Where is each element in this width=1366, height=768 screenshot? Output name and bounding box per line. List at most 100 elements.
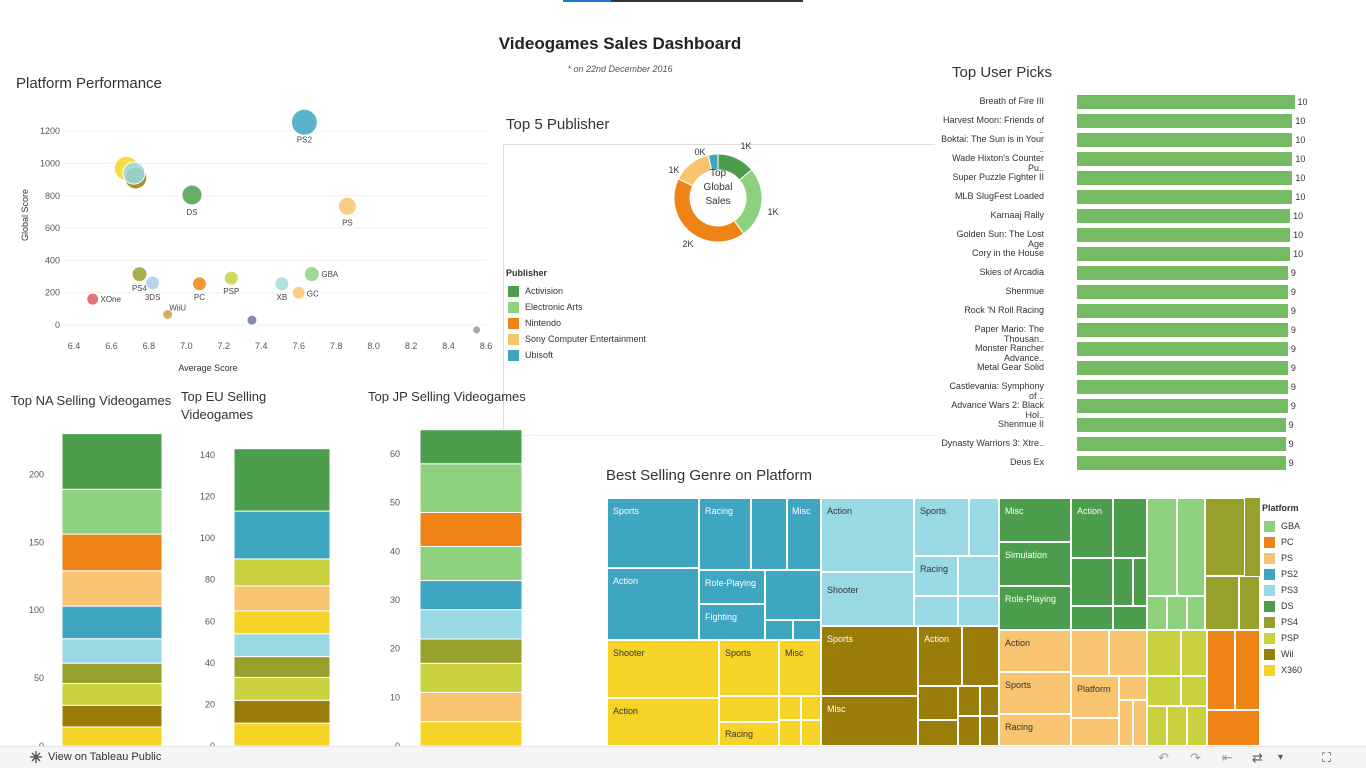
treemap-x360-racing[interactable]: Racing bbox=[719, 722, 779, 746]
treemap-wii-cell[interactable] bbox=[918, 720, 958, 746]
treemap-ps2-sports[interactable]: Sports bbox=[607, 498, 699, 568]
treemap-ps2-cell[interactable] bbox=[793, 620, 821, 640]
treemap-ps3[interactable]: Action Shooter Sports Racing bbox=[821, 498, 999, 626]
fullscreen-icon[interactable]: ⛶ bbox=[1322, 750, 1331, 766]
treemap-ps[interactable]: Action Sports Racing Platform bbox=[999, 630, 1147, 746]
legend-item[interactable]: PS2 bbox=[1264, 566, 1302, 582]
treemap-x360-cell[interactable] bbox=[779, 696, 801, 720]
treemap-x360-cell[interactable] bbox=[801, 720, 821, 746]
treemap-ds-cell[interactable] bbox=[1071, 558, 1113, 606]
treemap-wii-cell[interactable] bbox=[962, 626, 999, 686]
treemap-ps-cell[interactable] bbox=[1071, 718, 1119, 746]
user-picks-chart[interactable]: Breath of Fire III 10 Harvest Moon: Friend… bbox=[940, 92, 1330, 470]
legend-item[interactable]: PSP bbox=[1264, 630, 1302, 646]
treemap-ps-cell[interactable] bbox=[1119, 700, 1133, 746]
treemap-x360-action[interactable]: Action bbox=[607, 698, 719, 746]
treemap-gba-cell[interactable] bbox=[1147, 596, 1167, 630]
treemap-psp-cell[interactable] bbox=[1181, 676, 1207, 706]
undo-icon[interactable]: ↶ bbox=[1158, 750, 1169, 766]
treemap-wii-action[interactable]: Action bbox=[918, 626, 962, 686]
legend-item[interactable]: PS bbox=[1264, 550, 1302, 566]
pick-bar[interactable] bbox=[1077, 190, 1293, 204]
treemap-ps4-cell[interactable] bbox=[1205, 498, 1245, 576]
treemap-ps-cell[interactable] bbox=[1119, 676, 1147, 700]
legend-item[interactable]: Wii bbox=[1264, 646, 1302, 662]
treemap-x360-sports[interactable]: Sports bbox=[719, 640, 779, 696]
treemap-ps2[interactable]: Sports Action Racing Misc Role-Playing F… bbox=[607, 498, 821, 640]
legend-item[interactable]: X360 bbox=[1264, 662, 1302, 678]
treemap-ps3-shooter[interactable]: Shooter bbox=[821, 572, 914, 626]
treemap-ps-racing[interactable]: Racing bbox=[999, 714, 1071, 746]
pick-bar[interactable] bbox=[1077, 171, 1293, 185]
na-sales-chart[interactable]: 050100150200 bbox=[0, 410, 180, 750]
treemap-ds[interactable]: Misc Simulation Role-Playing Action bbox=[999, 498, 1147, 630]
treemap-wii-cell[interactable] bbox=[980, 686, 999, 716]
treemap-ps2-fighting[interactable]: Fighting bbox=[699, 604, 765, 640]
treemap-wii-cell[interactable] bbox=[918, 686, 958, 720]
treemap-psp-cell[interactable] bbox=[1181, 630, 1207, 676]
treemap-gba-cell[interactable] bbox=[1147, 498, 1177, 596]
treemap-ds-cell[interactable] bbox=[1113, 606, 1147, 630]
treemap-ds-cell[interactable] bbox=[1113, 558, 1133, 606]
treemap-psp-cell[interactable] bbox=[1147, 706, 1167, 746]
treemap-psp-cell[interactable] bbox=[1147, 676, 1181, 706]
treemap-x360-shooter[interactable]: Shooter bbox=[607, 640, 719, 698]
pick-bar[interactable] bbox=[1077, 323, 1288, 337]
treemap-ps2-cell[interactable] bbox=[751, 498, 787, 570]
treemap-wii-misc[interactable]: Misc bbox=[821, 696, 918, 746]
treemap-gba-cell[interactable] bbox=[1177, 498, 1205, 596]
pick-bar[interactable] bbox=[1077, 228, 1291, 242]
treemap-psp-cell[interactable] bbox=[1167, 706, 1187, 746]
legend-item[interactable]: PS3 bbox=[1264, 582, 1302, 598]
legend-item[interactable]: Electronic Arts bbox=[508, 299, 646, 315]
treemap-ds-action[interactable]: Action bbox=[1071, 498, 1113, 558]
treemap-ds-cell[interactable] bbox=[1133, 558, 1147, 606]
treemap-gba-cell[interactable] bbox=[1187, 596, 1205, 630]
pick-bar[interactable] bbox=[1077, 437, 1286, 451]
pick-bar[interactable] bbox=[1077, 114, 1293, 128]
pick-bar[interactable] bbox=[1077, 342, 1288, 356]
treemap-ps-sports[interactable]: Sports bbox=[999, 672, 1071, 714]
legend-item[interactable]: DS bbox=[1264, 598, 1302, 614]
legend-item[interactable]: Nintendo bbox=[508, 315, 646, 331]
pick-bar[interactable] bbox=[1077, 361, 1288, 375]
pick-bar[interactable] bbox=[1077, 304, 1288, 318]
pick-bar[interactable] bbox=[1077, 247, 1291, 261]
legend-item[interactable]: PC bbox=[1264, 534, 1302, 550]
treemap-ps3-sports[interactable]: Sports bbox=[914, 498, 969, 556]
treemap-pc[interactable] bbox=[1207, 630, 1260, 746]
treemap-ps4-cell[interactable] bbox=[1205, 576, 1239, 630]
jp-sales-chart[interactable]: 0102030405060 bbox=[360, 410, 545, 750]
pick-bar[interactable] bbox=[1077, 95, 1295, 109]
redo-icon[interactable]: ↷ bbox=[1190, 750, 1201, 766]
view-on-tableau-link[interactable]: View on Tableau Public bbox=[30, 751, 161, 763]
treemap-wii-cell[interactable] bbox=[980, 716, 999, 746]
treemap-pc-cell[interactable] bbox=[1207, 710, 1260, 746]
pick-bar[interactable] bbox=[1077, 209, 1291, 223]
treemap-ps2-cell[interactable] bbox=[765, 570, 821, 620]
treemap-ps4[interactable] bbox=[1205, 498, 1260, 630]
treemap-ps3-action[interactable]: Action bbox=[821, 498, 914, 572]
pick-bar[interactable] bbox=[1077, 418, 1286, 432]
treemap-ps3-cell[interactable] bbox=[958, 596, 999, 626]
pick-bar[interactable] bbox=[1077, 380, 1288, 394]
legend-item[interactable]: Activision bbox=[508, 283, 646, 299]
eu-sales-chart[interactable]: 020406080100120140 bbox=[180, 420, 360, 750]
treemap-gba-cell[interactable] bbox=[1167, 596, 1187, 630]
revert-icon[interactable]: ⇤ bbox=[1222, 750, 1233, 766]
treemap-x360-cell[interactable] bbox=[779, 720, 801, 746]
treemap-wii[interactable]: Sports Misc Action bbox=[821, 626, 999, 746]
pick-bar[interactable] bbox=[1077, 399, 1288, 413]
share-icon[interactable]: ⇄ bbox=[1252, 750, 1263, 766]
treemap-ps-cell[interactable] bbox=[1109, 630, 1147, 676]
treemap-ps2-misc[interactable]: Misc bbox=[787, 498, 821, 570]
treemap-ps3-cell[interactable] bbox=[958, 556, 999, 596]
treemap-ps4-cell[interactable] bbox=[1239, 576, 1260, 630]
pick-bar[interactable] bbox=[1077, 152, 1293, 166]
treemap-pc-cell[interactable] bbox=[1207, 630, 1235, 710]
treemap-wii-sports[interactable]: Sports bbox=[821, 626, 918, 696]
genre-treemap[interactable]: Sports Action Racing Misc Role-Playing F… bbox=[607, 498, 1260, 746]
treemap-wii-cell[interactable] bbox=[958, 686, 980, 716]
treemap-x360-cell[interactable] bbox=[719, 696, 779, 722]
treemap-ps-cell[interactable] bbox=[1133, 700, 1147, 746]
